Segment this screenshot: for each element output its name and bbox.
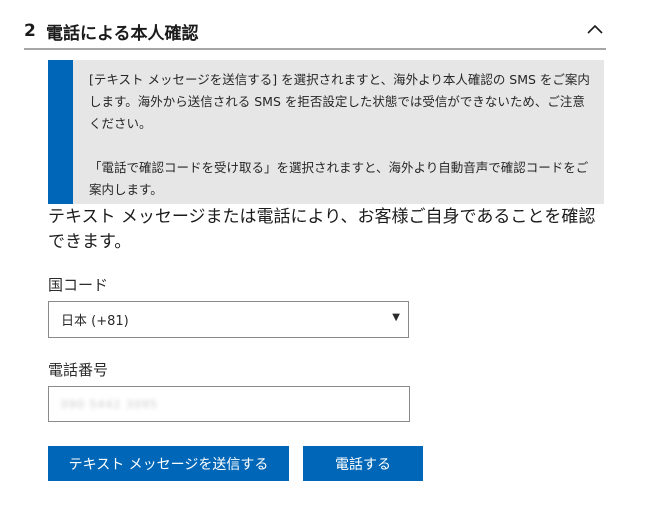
notice-body: [テキスト メッセージを送信する] を選択されますと、海外より本人確認の SMS… xyxy=(73,60,604,204)
step-number: 2 xyxy=(24,21,36,41)
phone-number-value: 090 5442 3095 xyxy=(61,397,158,411)
notice-accent-bar xyxy=(48,60,73,204)
notice-paragraph-sms: [テキスト メッセージを送信する] を選択されますと、海外より本人確認の SMS… xyxy=(89,72,590,131)
intro-text: テキスト メッセージまたは電話により、お客様ご自身であることを確認できます。 xyxy=(48,207,596,252)
chevron-up-icon xyxy=(587,24,603,34)
country-code-label: 国コード xyxy=(48,276,109,294)
section-title: 電話による本人確認 xyxy=(46,23,199,44)
notice-paragraph-call: 「電話で確認コードを受け取る」を選択されますと、海外より自動音声で確認コードをご… xyxy=(89,160,589,197)
dropdown-arrow-icon: ▼ xyxy=(392,312,400,323)
collapse-button[interactable] xyxy=(584,20,606,38)
send-sms-button[interactable]: テキスト メッセージを送信する xyxy=(48,446,289,481)
phone-number-label: 電話番号 xyxy=(48,361,109,379)
call-button[interactable]: 電話する xyxy=(303,446,423,481)
country-code-value: 日本 (+81) xyxy=(61,314,129,329)
notice-box: [テキスト メッセージを送信する] を選択されますと、海外より本人確認の SMS… xyxy=(48,60,604,204)
section-header: 2 電話による本人確認 xyxy=(24,14,606,50)
country-code-select[interactable]: 日本 (+81) ▼ xyxy=(48,301,409,338)
phone-number-input[interactable]: 090 5442 3095 xyxy=(48,386,410,422)
